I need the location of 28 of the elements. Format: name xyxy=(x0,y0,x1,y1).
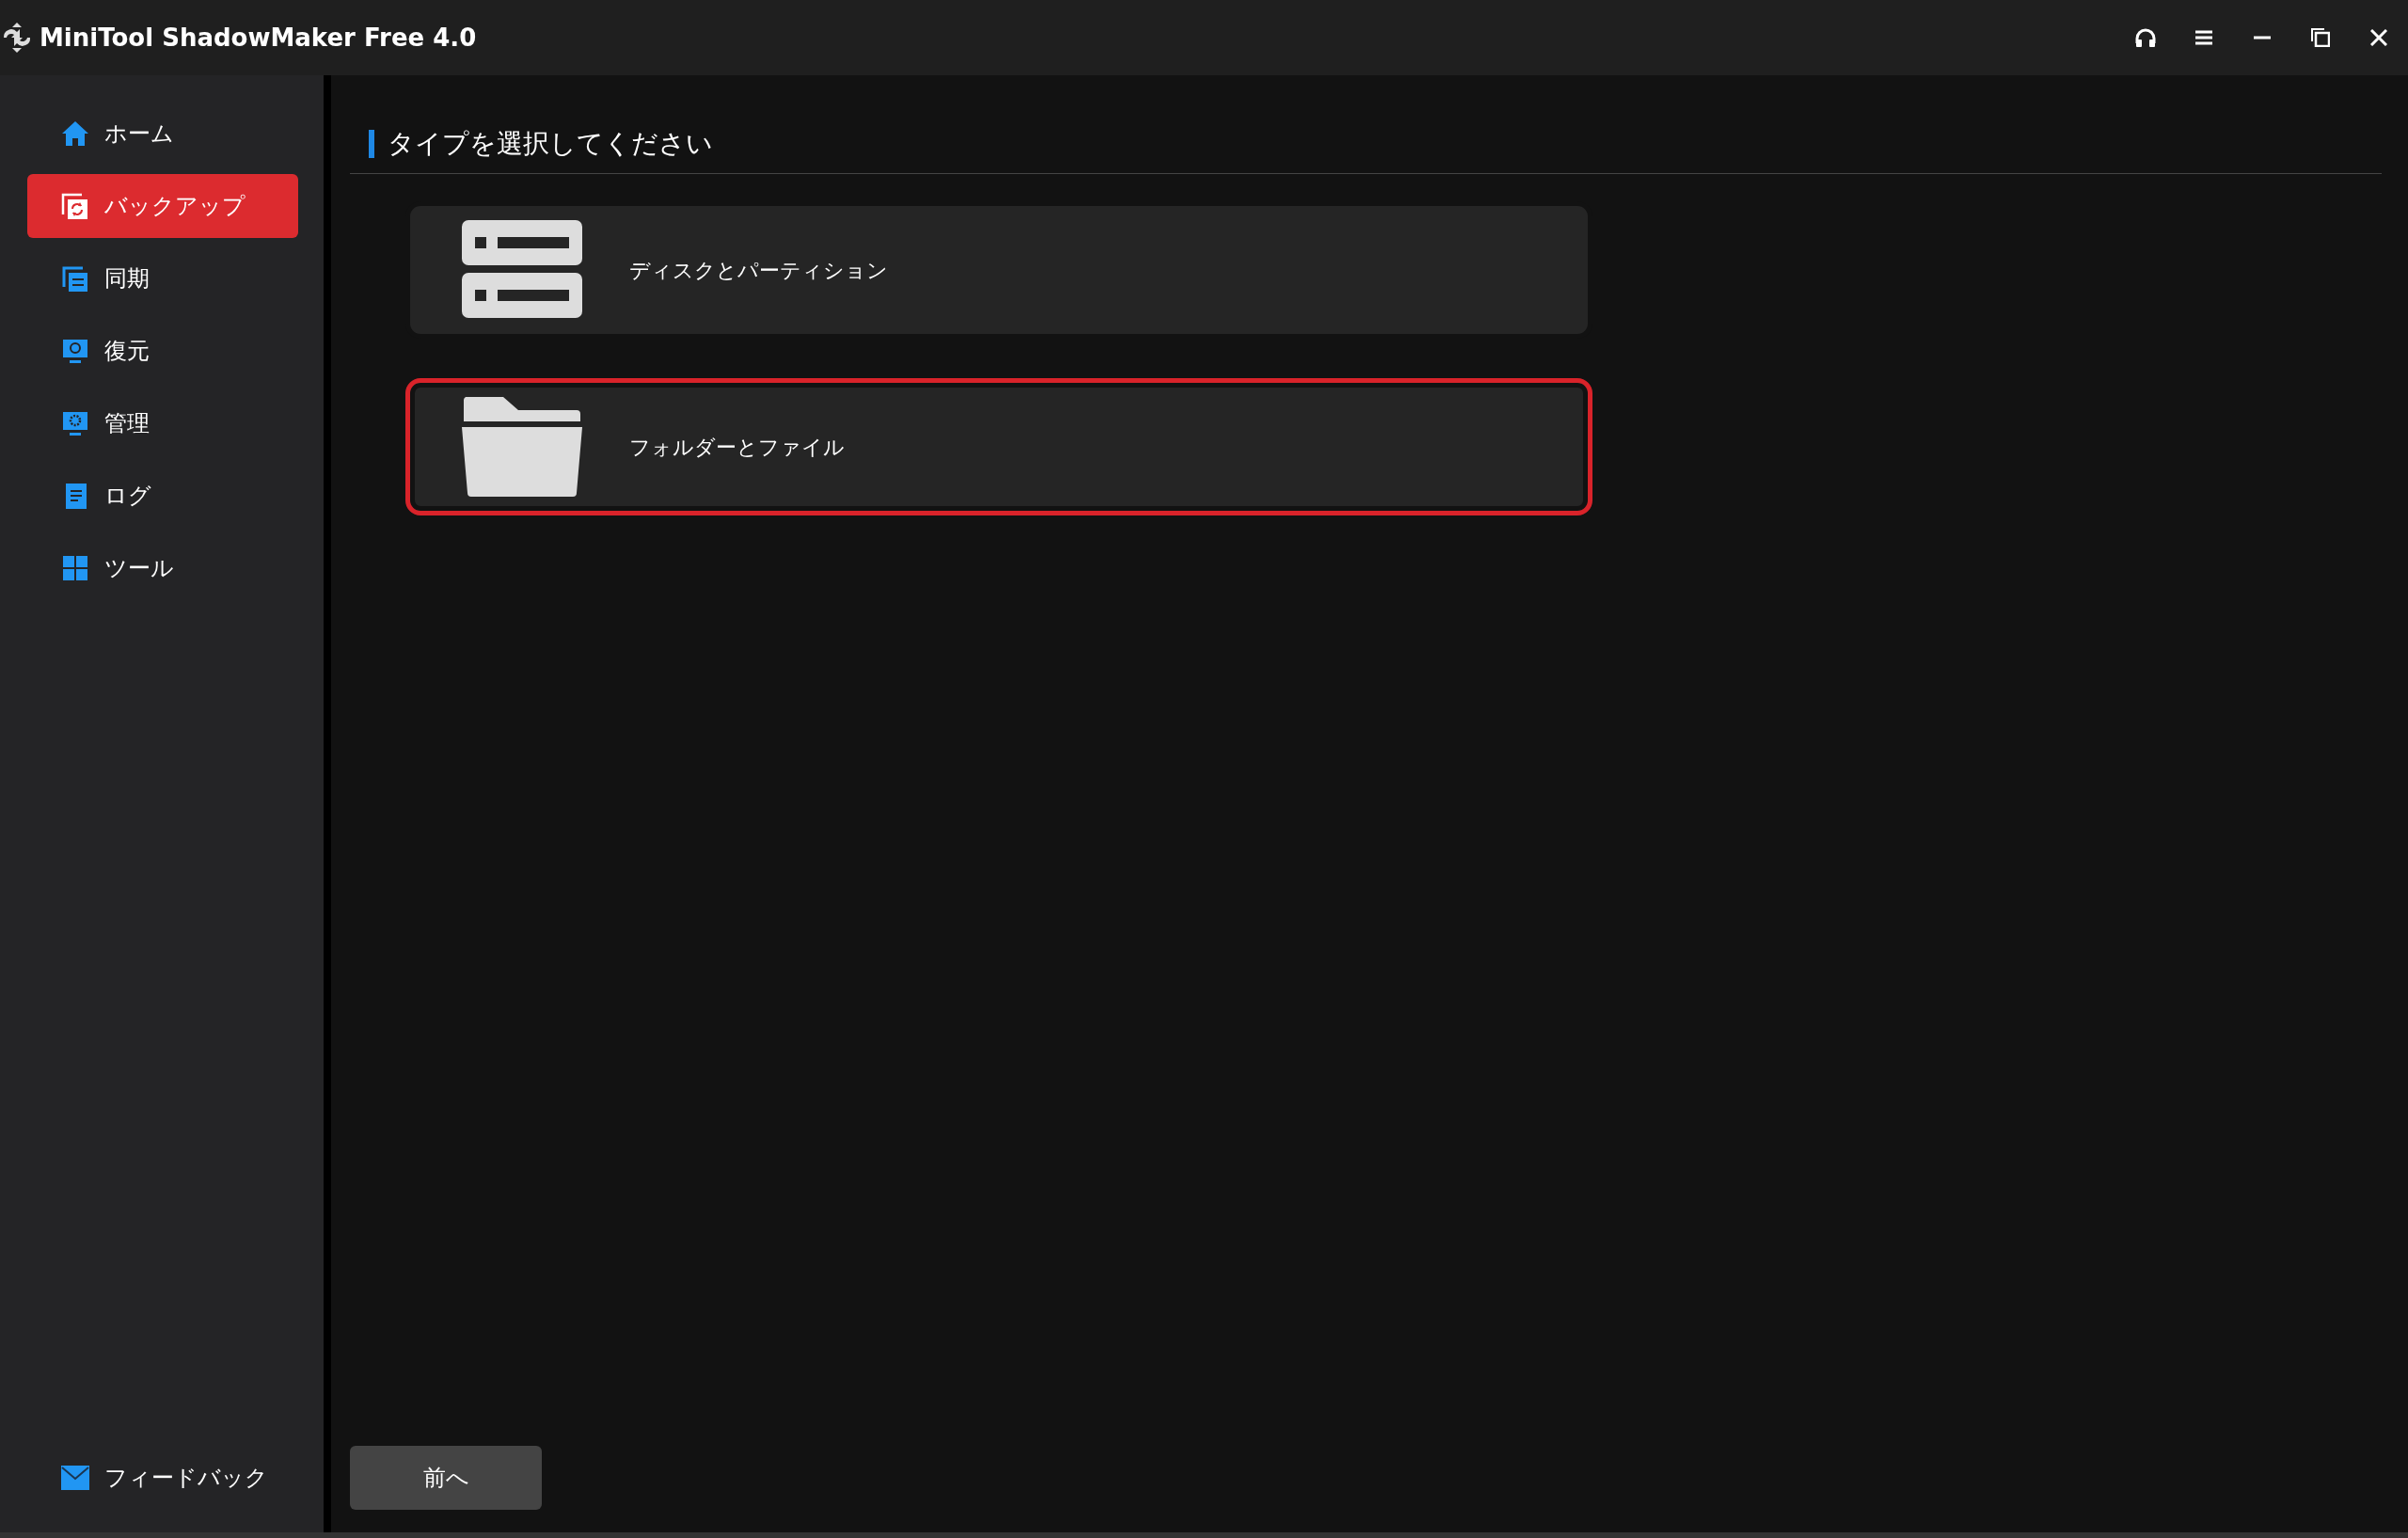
drive-stack-icon xyxy=(462,220,582,320)
home-icon xyxy=(61,119,89,148)
sidebar-item[interactable]: バックアップ xyxy=(27,174,298,238)
back-button[interactable]: 前へ xyxy=(350,1446,542,1510)
sidebar-item[interactable]: ホーム xyxy=(27,102,298,166)
sync-cycle-icon xyxy=(61,192,89,220)
close-icon xyxy=(2370,29,2387,46)
sidebar-item[interactable]: 復元 xyxy=(27,319,298,383)
sidebar-item[interactable]: ツール xyxy=(27,536,298,600)
app-logo-icon xyxy=(2,22,32,54)
grid-icon xyxy=(61,554,89,582)
headset-icon xyxy=(2135,28,2156,47)
feedback-link[interactable]: フィードバック xyxy=(27,1450,298,1506)
sidebar-item[interactable]: 同期 xyxy=(27,246,298,310)
monitor-restore-icon xyxy=(61,337,89,365)
menu-icon xyxy=(2195,30,2212,45)
backup-type-option[interactable]: フォルダーとファイル xyxy=(405,378,1592,515)
sidebar-item[interactable]: ログ xyxy=(27,464,298,528)
restore-icon xyxy=(2311,28,2330,47)
heading-accent-bar xyxy=(369,130,374,158)
transfer-icon xyxy=(61,264,89,293)
folder-icon xyxy=(462,397,582,497)
window-title: MiniTool ShadowMaker Free 4.0 xyxy=(40,22,477,54)
envelope-icon xyxy=(61,1466,89,1490)
monitor-gear-icon xyxy=(61,409,89,437)
section-heading: タイプを選択してください xyxy=(388,127,713,161)
minimize-icon xyxy=(2254,36,2271,40)
sidebar-item[interactable]: 管理 xyxy=(27,391,298,455)
